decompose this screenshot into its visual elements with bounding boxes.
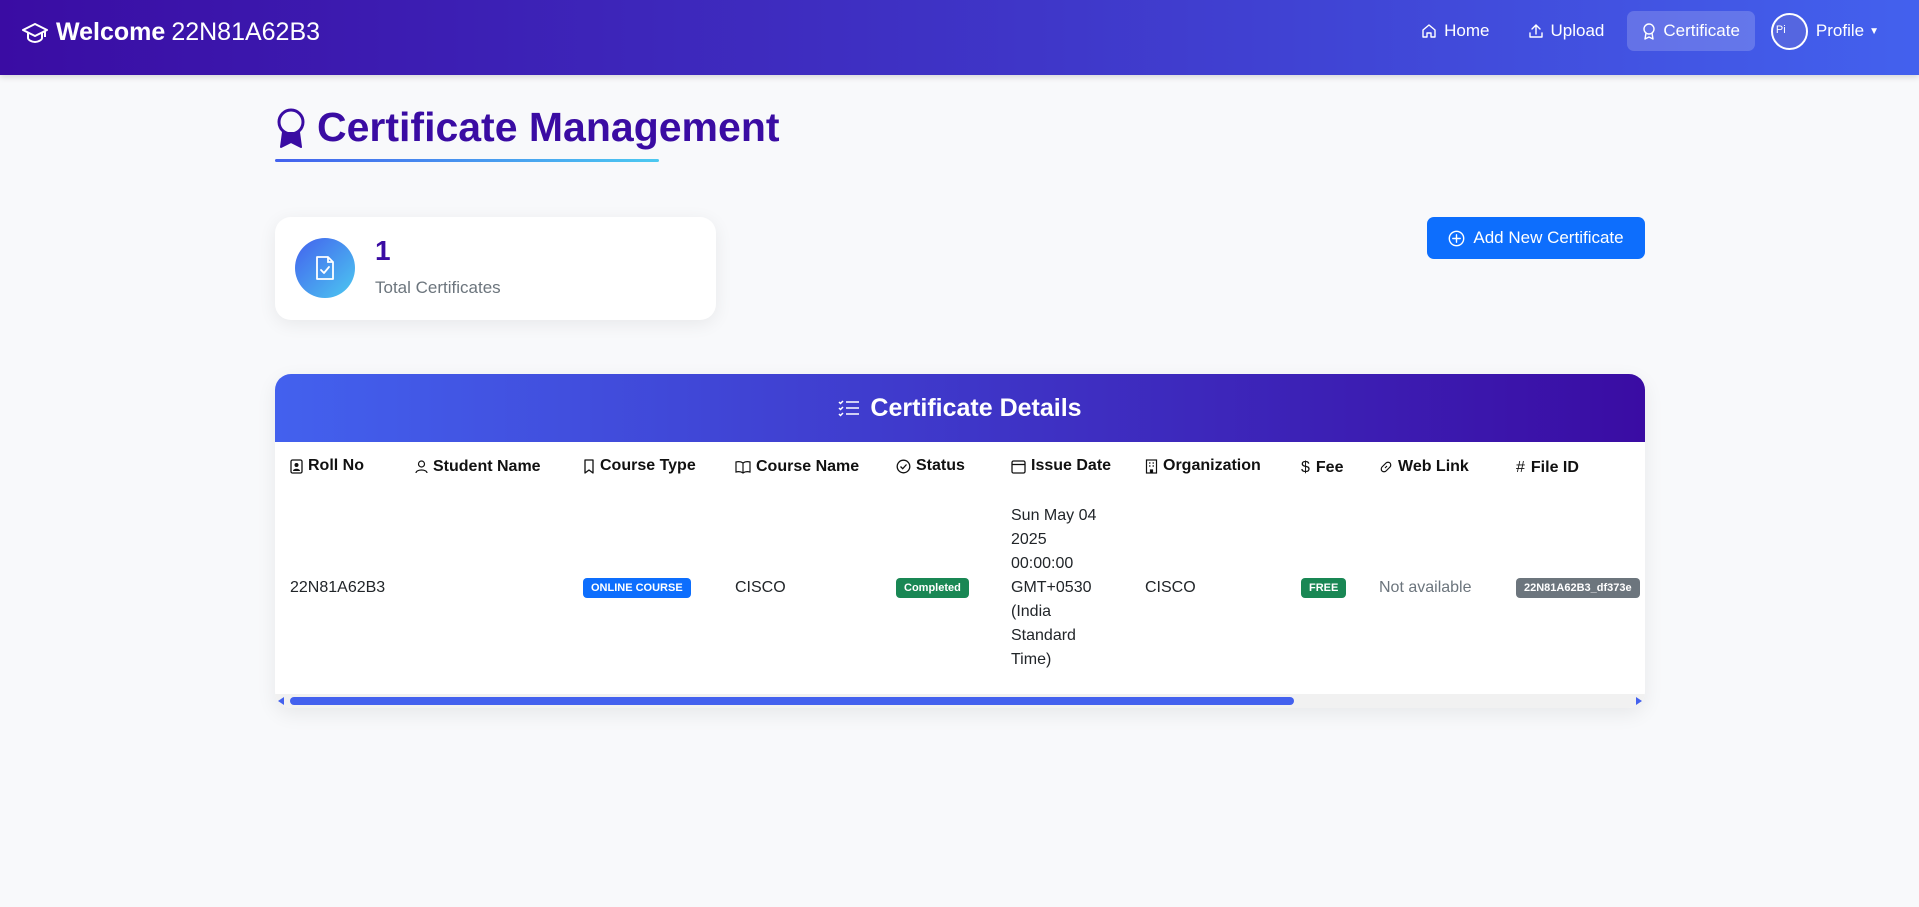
nav-home-link[interactable]: Home <box>1406 11 1504 51</box>
col-student-name-label: Student Name <box>433 457 541 475</box>
col-web-link[interactable]: Web Link <box>1364 442 1501 494</box>
table-row[interactable]: 22N81A62B3 ONLINE COURSE CISCO Completed… <box>275 494 1645 682</box>
table-header: Certificate Details <box>275 374 1645 442</box>
col-issue-date-label: Issue Date <box>1031 457 1112 475</box>
avatar[interactable]: Pi <box>1770 12 1808 50</box>
link-icon <box>1380 461 1392 472</box>
cell-fee: FREE <box>1286 494 1364 682</box>
nav-links: Home Upload Certificate Pi Profile ▼ <box>1398 11 1879 51</box>
col-status[interactable]: Status <box>881 442 996 494</box>
cell-course-type: ONLINE COURSE <box>568 494 720 682</box>
issue-date-text: Sun May 04 2025 00:00:00 GMT+0530 (India… <box>1011 507 1097 668</box>
cell-organization: CISCO <box>1145 579 1196 596</box>
cell-roll-no: 22N81A62B3 <box>290 579 386 596</box>
scroll-left-arrow-icon[interactable] <box>278 697 284 705</box>
profile-dropdown[interactable]: Pi Profile ▼ <box>1770 12 1879 50</box>
profile-label: Profile <box>1815 21 1865 40</box>
col-fee-label: Fee <box>1315 459 1344 476</box>
col-status-label: Status <box>916 457 965 475</box>
col-course-type[interactable]: Course Type <box>568 442 720 494</box>
cell-status: Completed <box>881 494 996 682</box>
list-check-icon <box>838 400 860 417</box>
dollar-icon: $ <box>1301 459 1310 476</box>
scroll-thumb[interactable] <box>290 697 1294 705</box>
col-file-id[interactable]: # File ID <box>1501 442 1645 494</box>
check-circle-icon <box>896 459 911 474</box>
cell-student-name <box>400 494 568 682</box>
page-title: Certificate Management <box>275 104 780 151</box>
col-file-id-label: File ID <box>1530 459 1579 476</box>
col-course-type-label: Course Type <box>600 457 696 475</box>
col-course-name[interactable]: Course Name <box>720 442 881 494</box>
caret-down-icon: ▼ <box>1869 25 1879 37</box>
file-id-badge[interactable]: 22N81A62B3_df373e <box>1516 578 1640 598</box>
status-badge: Completed <box>896 578 969 598</box>
hash-icon: # <box>1516 459 1525 476</box>
horizontal-scrollbar[interactable] <box>275 694 1645 708</box>
award-icon <box>1643 22 1656 40</box>
nav-certificate-label: Certificate <box>1663 21 1740 40</box>
page-title-text: Certificate Management <box>317 104 780 150</box>
total-certificates-value: 1 <box>375 235 391 266</box>
nav-upload-label: Upload <box>1550 21 1605 40</box>
nav-upload-link[interactable]: Upload <box>1513 11 1620 51</box>
col-fee[interactable]: $ Fee <box>1286 442 1364 494</box>
plus-circle-icon <box>1448 230 1465 246</box>
book-icon <box>735 460 751 474</box>
stat-icon-circle <box>295 238 355 298</box>
course-type-badge: ONLINE COURSE <box>583 578 691 598</box>
calendar-icon <box>1011 460 1026 474</box>
certificates-table: Roll No Student Name Course Type Course … <box>275 442 1645 682</box>
add-certificate-label: Add New Certificate <box>1473 228 1624 247</box>
welcome-text: Welcome <box>56 18 166 46</box>
welcome-user-id: 22N81A62B3 <box>171 18 321 46</box>
table-header-row: Roll No Student Name Course Type Course … <box>275 442 1645 494</box>
graduation-cap-icon <box>22 22 48 43</box>
top-navbar: Welcome 22N81A62B3 Home Upload Certifica… <box>0 0 1919 75</box>
col-course-name-label: Course Name <box>756 457 860 475</box>
col-organization[interactable]: Organization <box>1130 442 1286 494</box>
cell-issue-date: Sun May 04 2025 00:00:00 GMT+0530 (India… <box>996 494 1130 682</box>
file-check-icon <box>316 256 334 280</box>
total-certificates-label: Total Certificates <box>375 278 501 297</box>
cell-file-id: 22N81A62B3_df373e <box>1501 494 1645 682</box>
person-icon <box>415 459 428 473</box>
scroll-right-arrow-icon[interactable] <box>1636 697 1642 705</box>
total-certificates-card: 1 Total Certificates <box>275 217 716 320</box>
col-organization-label: Organization <box>1163 457 1261 475</box>
home-icon <box>1422 24 1436 38</box>
building-icon <box>1145 459 1158 474</box>
table-title: Certificate Details <box>870 393 1082 422</box>
cell-course-name: CISCO <box>735 579 786 596</box>
award-icon <box>277 108 305 148</box>
bookmark-icon <box>584 459 594 474</box>
add-certificate-button[interactable]: Add New Certificate <box>1427 217 1645 259</box>
col-roll-no[interactable]: Roll No <box>275 442 400 494</box>
nav-home-label: Home <box>1444 21 1490 40</box>
col-issue-date[interactable]: Issue Date <box>996 442 1130 494</box>
col-student-name[interactable]: Student Name <box>400 442 568 494</box>
nav-certificate-link[interactable]: Certificate <box>1627 11 1755 51</box>
title-underline <box>275 159 659 162</box>
fee-badge: FREE <box>1301 578 1347 598</box>
brand[interactable]: Welcome 22N81A62B3 <box>22 18 320 47</box>
col-web-link-label: Web Link <box>1398 457 1469 475</box>
certificate-details-card: Certificate Details Roll No Student Name… <box>275 374 1645 708</box>
upload-icon <box>1528 24 1543 38</box>
id-badge-icon <box>290 459 303 474</box>
col-roll-no-label: Roll No <box>308 457 364 475</box>
cell-web-link: Not available <box>1379 579 1472 596</box>
